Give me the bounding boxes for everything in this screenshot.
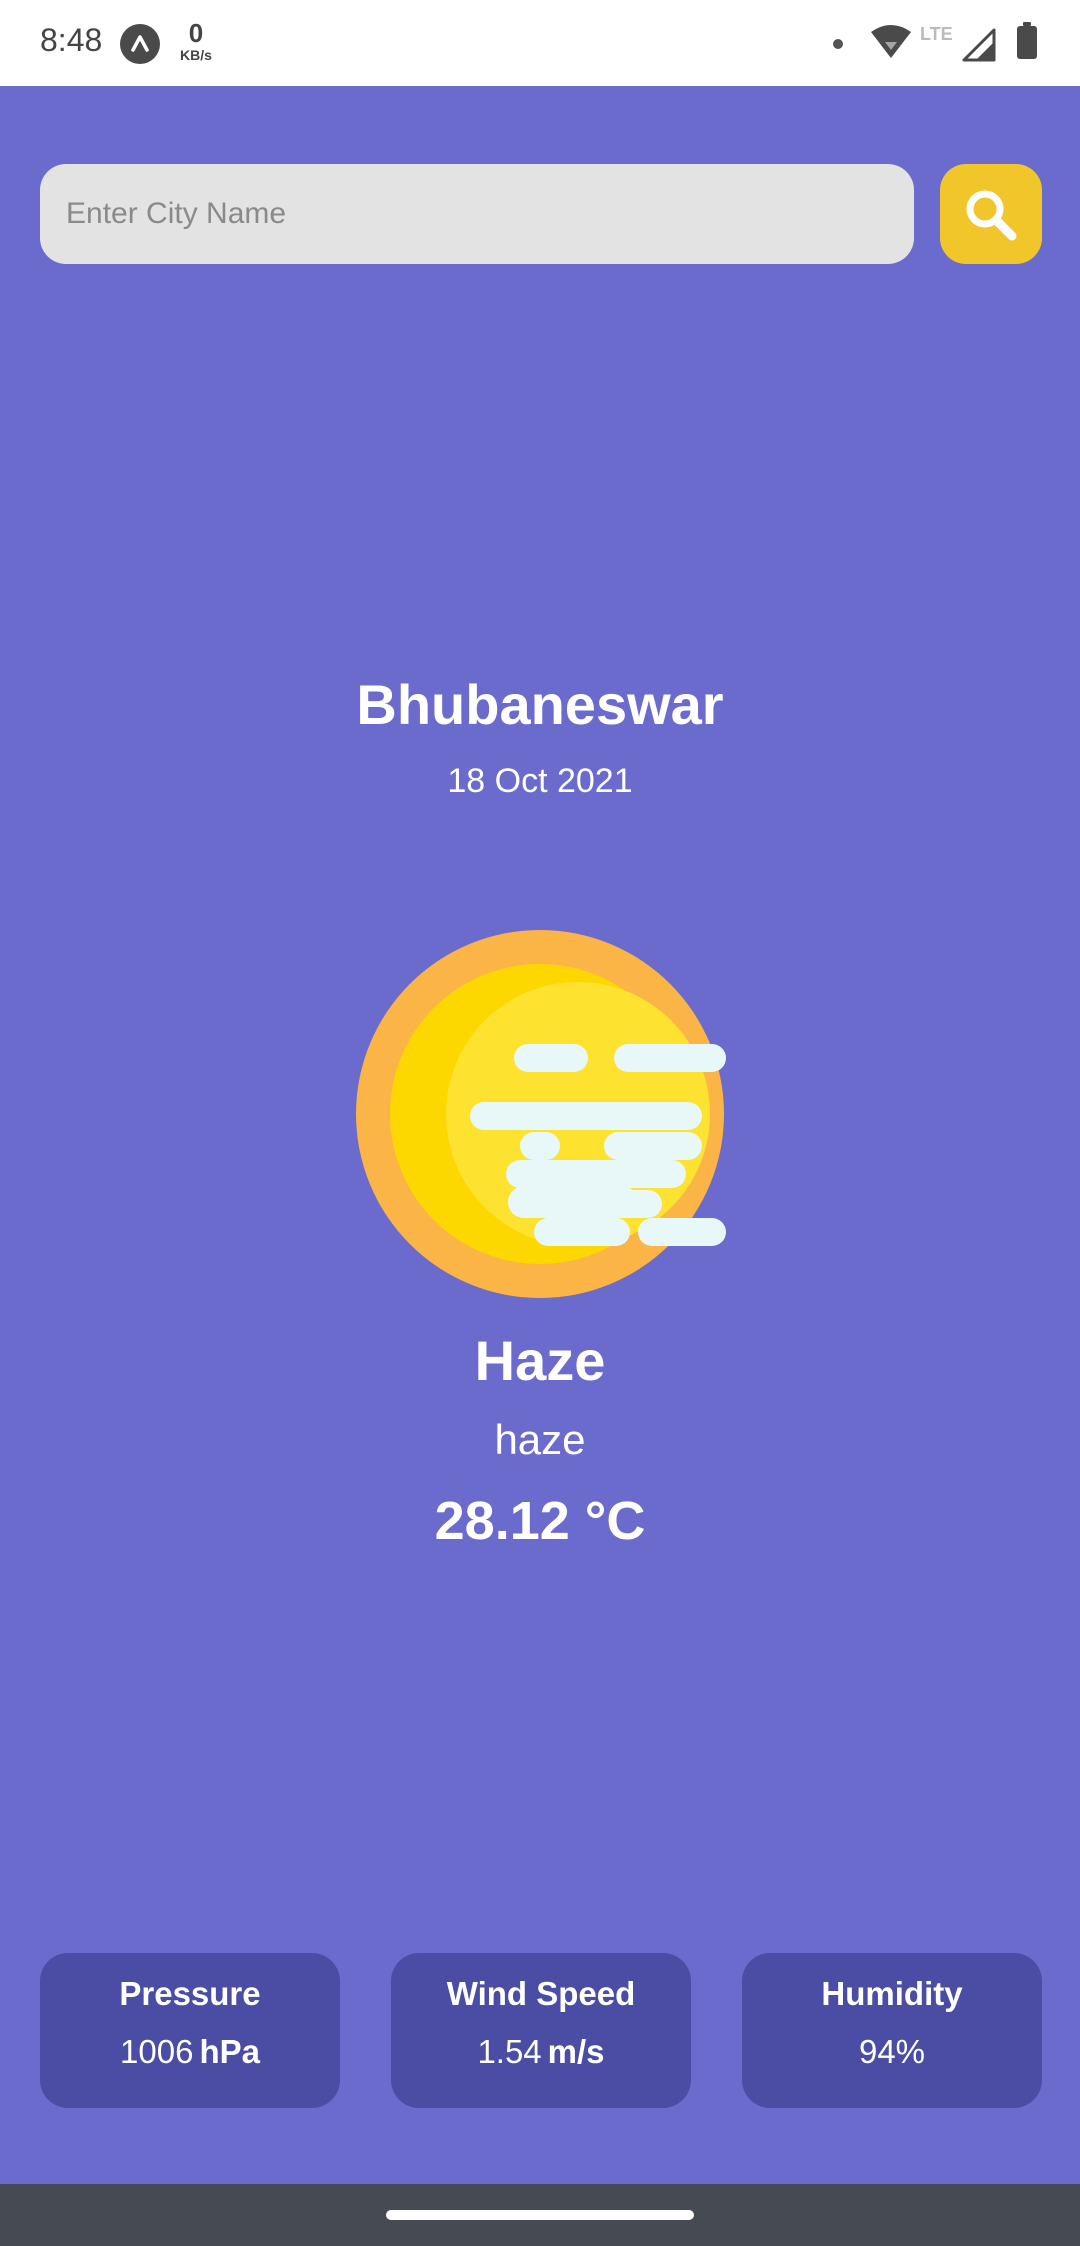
humidity-value: 94% xyxy=(858,2033,926,2070)
haze-sun-icon xyxy=(356,928,728,1305)
weather-app-screen: 8:48 0 KB/s LTE Enter City Name Bhubanes… xyxy=(0,0,1080,2246)
status-bar: 8:48 0 KB/s LTE xyxy=(0,0,1080,86)
wind-speed-unit: m/s xyxy=(547,2033,605,2070)
network-speed-unit: KB/s xyxy=(180,47,212,63)
temperature: 28.12 °C xyxy=(434,1491,646,1551)
pressure-value: 1006 xyxy=(120,2033,194,2070)
humidity-card: Humidity 94% xyxy=(742,1953,1042,2108)
wifi-icon xyxy=(870,24,912,65)
notification-dot-icon xyxy=(833,39,843,49)
weather-date: 18 Oct 2021 xyxy=(447,762,633,800)
cell-signal-icon xyxy=(962,28,996,67)
network-speed-value: 0 xyxy=(188,18,204,48)
pressure-label: Pressure xyxy=(119,1975,261,2012)
wind-speed-value-row: 1.54 m/s xyxy=(391,2033,691,2071)
network-type-label: LTE xyxy=(920,24,953,44)
wind-speed-value: 1.54 xyxy=(477,2033,542,2070)
home-gesture-handle[interactable] xyxy=(386,2210,694,2220)
pressure-card: Pressure 1006 hPa xyxy=(40,1953,340,2108)
navigation-bar xyxy=(0,2184,1080,2246)
pressure-value-row: 1006 hPa xyxy=(40,2033,340,2071)
pressure-unit: hPa xyxy=(199,2033,260,2070)
humidity-label: Humidity xyxy=(821,1975,963,2012)
humidity-value-row: 94% xyxy=(742,2033,1042,2071)
city-name: Bhubaneswar xyxy=(356,673,724,736)
weather-condition: Haze xyxy=(474,1329,606,1392)
network-speed: 0 KB/s xyxy=(176,20,216,62)
wind-speed-card: Wind Speed 1.54 m/s xyxy=(391,1953,691,2108)
battery-icon xyxy=(1016,22,1038,65)
search-button[interactable] xyxy=(940,164,1042,264)
search-icon xyxy=(966,190,1017,241)
app-notification-icon xyxy=(120,24,160,64)
wind-speed-label: Wind Speed xyxy=(446,1975,636,2012)
weather-description: haze xyxy=(494,1416,586,1463)
status-time: 8:48 xyxy=(40,22,103,58)
city-search-input[interactable] xyxy=(40,164,914,264)
